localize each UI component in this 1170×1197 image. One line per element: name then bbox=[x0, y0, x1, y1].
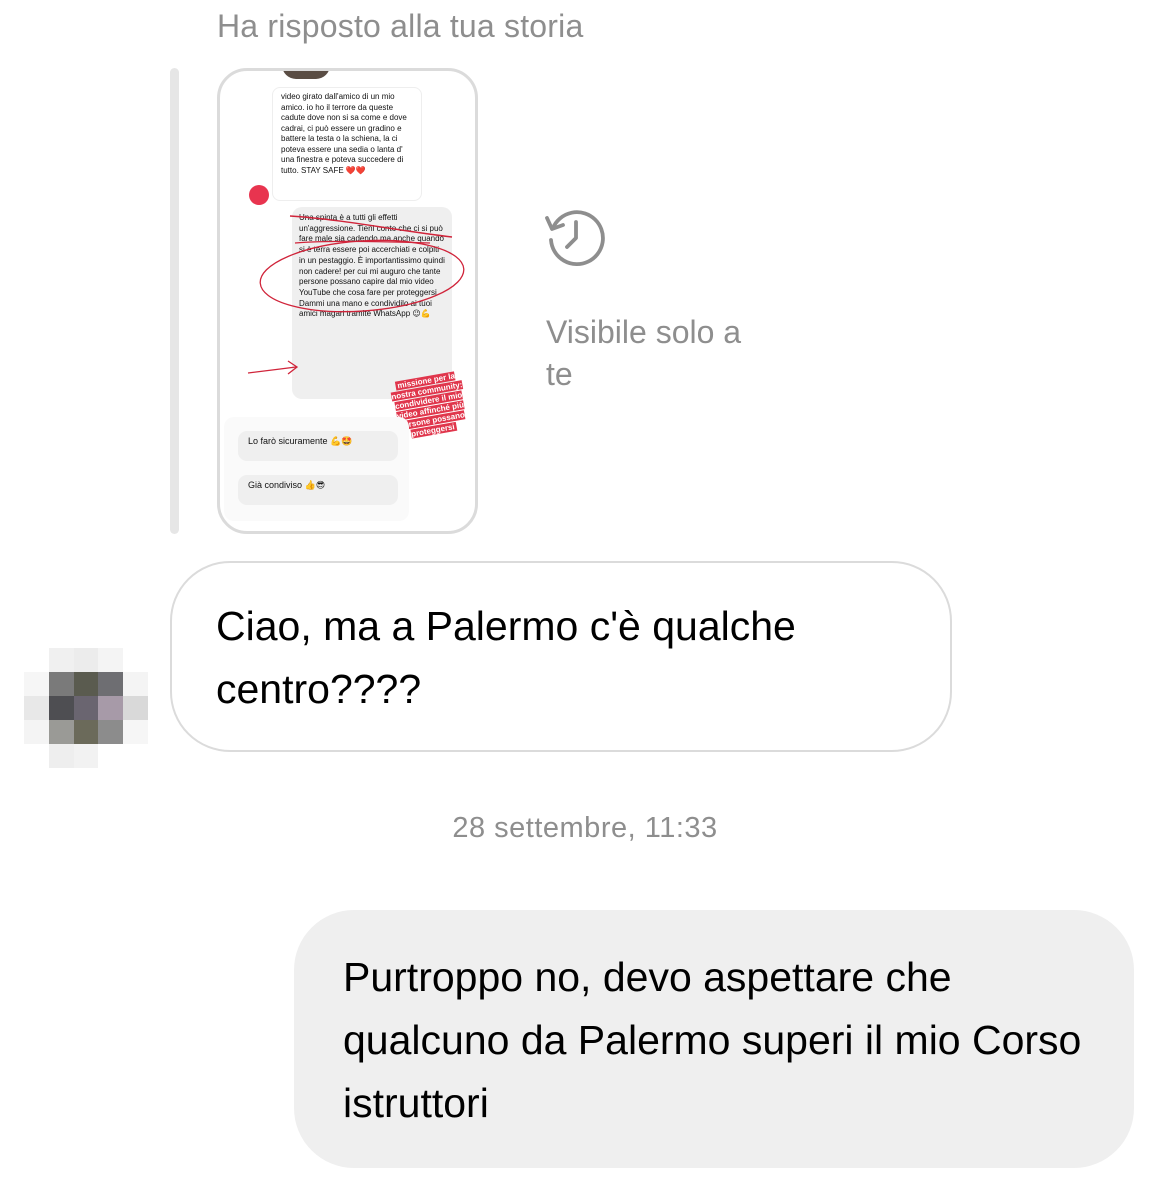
timestamp: 28 settembre, 11:33 bbox=[452, 812, 718, 844]
quote-bar bbox=[170, 68, 179, 534]
story-poll: Lo farò sicuramente 💪🤩 Già condiviso 👍😎 bbox=[224, 417, 409, 521]
reply-header: Ha risposto alla tua storia bbox=[217, 8, 584, 44]
outgoing-message[interactable]: Purtroppo no, devo aspettare che qualcun… bbox=[294, 910, 1134, 1168]
story-bubble-1: video girato dall'amico di un mio amico.… bbox=[272, 87, 422, 201]
visibility-note: Visibile solo a te bbox=[546, 314, 742, 392]
avatar[interactable] bbox=[24, 648, 148, 768]
story-red-dot bbox=[249, 185, 269, 205]
story-bubble-2: Una spinta è a tutti gli effetti un'aggr… bbox=[292, 207, 452, 399]
story-poll-option: Lo farò sicuramente 💪🤩 bbox=[238, 431, 398, 461]
story-thumbnail[interactable]: video girato dall'amico di un mio amico.… bbox=[217, 68, 478, 534]
story-avatar bbox=[282, 71, 330, 79]
story-poll-option: Già condiviso 👍😎 bbox=[238, 475, 398, 505]
history-clock-icon bbox=[545, 210, 605, 267]
incoming-message[interactable]: Ciao, ma a Palermo c'è qualche centro???… bbox=[170, 561, 952, 752]
